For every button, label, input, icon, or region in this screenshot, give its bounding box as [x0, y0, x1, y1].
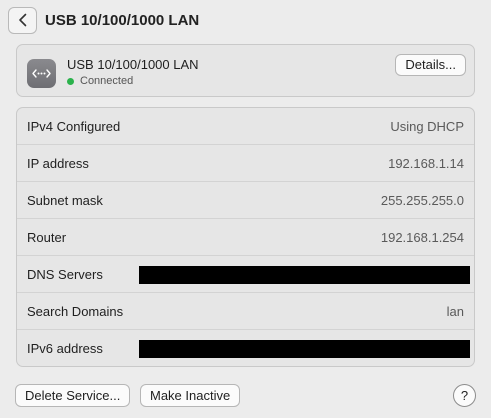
- help-button[interactable]: ?: [453, 384, 476, 407]
- row-ip-address: IP address 192.168.1.14: [17, 145, 474, 182]
- row-search-domains: Search Domains lan: [17, 293, 474, 330]
- redacted-value: [139, 266, 470, 284]
- row-subnet-mask: Subnet mask 255.255.255.0: [17, 182, 474, 219]
- row-label: DNS Servers: [27, 266, 103, 282]
- page-title: USB 10/100/1000 LAN: [45, 11, 200, 29]
- row-label: IPv4 Configured: [27, 118, 121, 134]
- chevron-left-icon: [18, 13, 28, 27]
- service-name: USB 10/100/1000 LAN: [67, 57, 199, 72]
- delete-service-button[interactable]: Delete Service...: [15, 384, 131, 407]
- network-info-table: IPv4 Configured Using DHCP IP address 19…: [16, 107, 475, 367]
- row-ipv6-address: IPv6 address: [17, 330, 474, 366]
- row-value: 255.255.255.0: [380, 192, 464, 208]
- row-label: IPv6 address: [27, 341, 103, 356]
- row-value: 192.168.1.254: [380, 229, 464, 245]
- row-label: Search Domains: [27, 303, 124, 319]
- row-label: Router: [27, 229, 67, 245]
- redacted-value: [139, 340, 470, 358]
- service-status: Connected: [67, 75, 133, 87]
- header: USB 10/100/1000 LAN: [8, 6, 199, 34]
- row-label: Subnet mask: [27, 192, 103, 208]
- network-service-panel: USB 10/100/1000 LAN USB 10/100/1000 LAN …: [0, 0, 491, 418]
- row-router: Router 192.168.1.254: [17, 219, 474, 256]
- back-button[interactable]: [8, 6, 37, 34]
- status-dot-icon: [67, 77, 74, 85]
- row-ipv4-configured: IPv4 Configured Using DHCP: [17, 108, 474, 145]
- ethernet-icon: [27, 59, 56, 88]
- row-dns-servers: DNS Servers: [17, 256, 474, 293]
- row-value: 192.168.1.14: [388, 155, 464, 171]
- make-inactive-button[interactable]: Make Inactive: [140, 384, 241, 407]
- row-label: IP address: [27, 155, 89, 171]
- service-card: USB 10/100/1000 LAN Connected Details...: [16, 44, 475, 97]
- status-text: Connected: [80, 75, 134, 87]
- details-button[interactable]: Details...: [395, 54, 466, 76]
- row-value: Using DHCP: [390, 118, 464, 134]
- row-value: lan: [446, 303, 464, 319]
